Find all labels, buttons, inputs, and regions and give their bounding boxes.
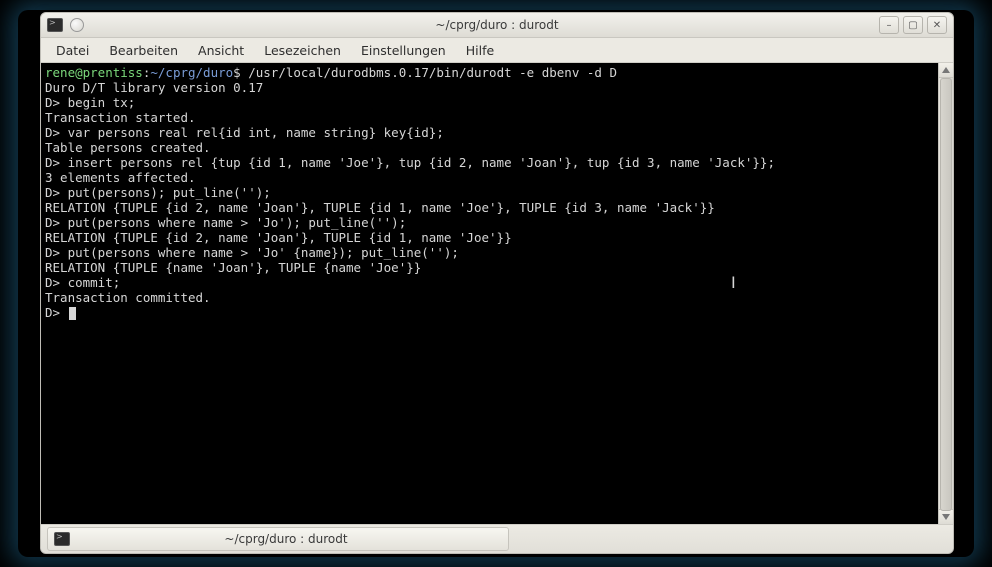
menu-lesezeichen[interactable]: Lesezeichen — [255, 40, 350, 61]
scrollbar[interactable] — [938, 63, 953, 524]
menubar: Datei Bearbeiten Ansicht Lesezeichen Ein… — [41, 38, 953, 63]
maximize-icon: ▢ — [908, 20, 917, 31]
pin-icon[interactable] — [69, 17, 85, 33]
terminal-app-icon — [47, 17, 63, 33]
minimize-icon: – — [887, 20, 892, 31]
scroll-down-button[interactable] — [939, 509, 953, 524]
close-icon: ✕ — [933, 20, 941, 31]
tab-active[interactable]: ~/cprg/duro : durodt — [47, 527, 509, 551]
window-title: ~/cprg/duro : durodt — [41, 18, 953, 32]
scrollbar-thumb[interactable] — [940, 78, 952, 511]
menu-einstellungen[interactable]: Einstellungen — [352, 40, 455, 61]
tab-label: ~/cprg/duro : durodt — [78, 532, 494, 546]
scrollbar-track[interactable] — [939, 78, 953, 509]
terminal-tab-icon — [54, 532, 70, 546]
block-cursor — [69, 307, 76, 320]
menu-bearbeiten[interactable]: Bearbeiten — [100, 40, 187, 61]
tab-bar: ~/cprg/duro : durodt — [41, 524, 953, 553]
terminal-window: ~/cprg/duro : durodt – ▢ ✕ Datei Bearbei… — [40, 12, 954, 554]
maximize-button[interactable]: ▢ — [903, 16, 923, 34]
menu-ansicht[interactable]: Ansicht — [189, 40, 253, 61]
menu-datei[interactable]: Datei — [47, 40, 98, 61]
titlebar: ~/cprg/duro : durodt – ▢ ✕ — [41, 13, 953, 38]
minimize-button[interactable]: – — [879, 16, 899, 34]
scroll-up-button[interactable] — [939, 63, 953, 78]
terminal-output[interactable]: rene@prentiss:~/cprg/duro$ /usr/local/du… — [41, 63, 938, 524]
close-button[interactable]: ✕ — [927, 16, 947, 34]
terminal-area: rene@prentiss:~/cprg/duro$ /usr/local/du… — [41, 63, 953, 524]
menu-hilfe[interactable]: Hilfe — [457, 40, 503, 61]
